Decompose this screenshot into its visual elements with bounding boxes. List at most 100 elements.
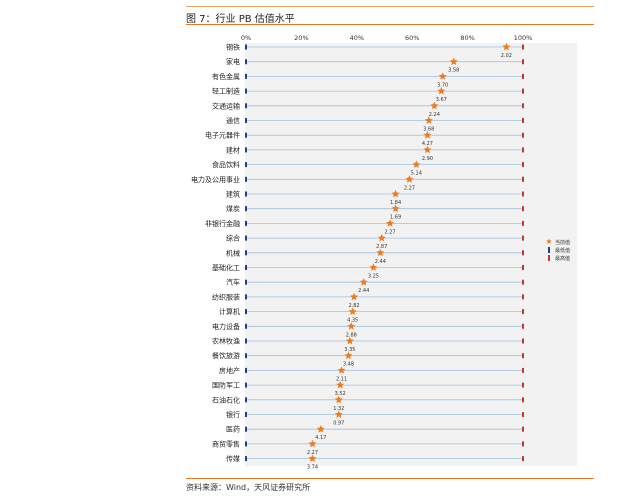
min-marker xyxy=(245,162,247,168)
x-tick-label: 60% xyxy=(405,34,419,42)
current-star xyxy=(438,72,447,80)
category-label: 商贸零售 xyxy=(212,439,240,448)
min-marker xyxy=(245,176,247,182)
min-marker xyxy=(245,265,247,270)
min-marker xyxy=(245,279,247,285)
x-tick-label: 40% xyxy=(350,34,364,42)
category-label: 食品饮料 xyxy=(212,160,240,169)
category-label: 家电 xyxy=(226,57,240,66)
max-marker xyxy=(522,279,524,285)
min-marker xyxy=(245,353,247,359)
min-marker xyxy=(245,44,247,50)
max-marker-icon xyxy=(545,255,553,261)
value-label: 4.35 xyxy=(347,318,358,324)
min-marker xyxy=(245,309,247,315)
x-tick-label: 100% xyxy=(514,34,533,42)
value-label: 2.82 xyxy=(348,303,359,309)
value-label: 2.27 xyxy=(384,229,395,235)
legend-max-label: 最高值 xyxy=(555,255,571,262)
max-marker xyxy=(522,338,524,344)
max-marker xyxy=(522,265,524,270)
max-marker xyxy=(522,353,524,359)
current-star xyxy=(316,425,325,433)
category-label: 建筑 xyxy=(226,190,240,199)
min-marker xyxy=(245,382,247,388)
star-icon: ★ xyxy=(545,237,553,246)
min-marker xyxy=(245,220,247,226)
source-note: 资料来源：Wind，天风证券研究所 xyxy=(186,483,311,492)
min-marker xyxy=(245,59,247,65)
value-label: 0.97 xyxy=(333,421,344,427)
max-marker xyxy=(522,103,524,109)
max-marker xyxy=(522,88,524,94)
min-marker xyxy=(245,338,247,344)
category-label: 轻工制造 xyxy=(212,87,240,96)
category-label: 医药 xyxy=(226,425,240,434)
value-label: 3.74 xyxy=(307,465,318,471)
max-marker xyxy=(522,441,524,447)
max-marker xyxy=(522,206,524,212)
legend-max: 最高值 xyxy=(545,254,570,262)
max-marker xyxy=(522,426,524,432)
max-marker xyxy=(522,412,524,417)
legend-current-label: 当前值 xyxy=(555,239,571,246)
min-marker xyxy=(245,147,247,153)
min-marker xyxy=(245,88,247,94)
value-label: 2.24 xyxy=(429,112,440,118)
min-marker xyxy=(245,426,247,432)
value-label: 1.69 xyxy=(390,215,401,221)
legend: ★ 当前值 最低值 最高值 xyxy=(545,238,570,262)
category-label: 国防军工 xyxy=(212,381,240,390)
max-marker xyxy=(522,309,524,315)
max-marker xyxy=(522,73,524,79)
category-label: 电力及公用事业 xyxy=(191,175,240,184)
legend-min-label: 最低值 xyxy=(555,247,571,254)
value-label: 3.67 xyxy=(436,97,447,103)
value-label: 3.68 xyxy=(423,127,434,133)
min-marker xyxy=(245,323,247,329)
value-label: 2.88 xyxy=(346,332,357,338)
value-label: 5.14 xyxy=(411,171,422,177)
value-label: 2.11 xyxy=(336,376,347,382)
max-marker xyxy=(522,250,524,256)
category-label: 通信 xyxy=(226,116,240,125)
max-marker xyxy=(522,323,524,329)
category-label: 钢铁 xyxy=(226,43,240,52)
max-marker xyxy=(522,456,524,462)
min-marker xyxy=(245,367,247,373)
min-marker xyxy=(245,456,247,462)
current-star xyxy=(391,189,400,198)
current-star xyxy=(502,42,511,51)
max-marker xyxy=(522,191,524,197)
category-label: 电子元器件 xyxy=(205,131,240,140)
value-label: 3.52 xyxy=(335,391,346,397)
min-marker xyxy=(245,191,247,197)
value-label: 3.35 xyxy=(344,347,355,353)
value-label: 3.70 xyxy=(437,82,448,88)
value-label: 3.48 xyxy=(343,362,354,368)
value-label: 4.17 xyxy=(315,435,326,441)
category-label: 纺织服装 xyxy=(212,292,240,301)
category-label: 汽车 xyxy=(226,278,240,287)
category-label: 农林牧渔 xyxy=(212,337,240,346)
category-label: 计算机 xyxy=(219,307,240,316)
min-marker xyxy=(245,132,247,138)
min-marker xyxy=(245,235,247,241)
max-marker xyxy=(522,382,524,388)
value-label: 3.58 xyxy=(448,68,459,74)
min-marker xyxy=(245,250,247,256)
max-marker xyxy=(522,132,524,138)
category-label: 石油石化 xyxy=(212,395,240,404)
value-label: 2.44 xyxy=(375,259,386,265)
min-marker-icon xyxy=(545,247,553,253)
value-label: 2.90 xyxy=(422,156,433,162)
category-label: 银行 xyxy=(226,410,240,419)
max-marker xyxy=(522,397,524,403)
current-star xyxy=(449,57,458,66)
category-label: 交通运输 xyxy=(212,101,240,110)
category-label: 非银行金融 xyxy=(205,219,240,228)
max-marker xyxy=(522,59,524,65)
current-star xyxy=(359,278,368,286)
category-label: 煤炭 xyxy=(226,204,240,213)
value-label: 2.44 xyxy=(358,288,369,294)
